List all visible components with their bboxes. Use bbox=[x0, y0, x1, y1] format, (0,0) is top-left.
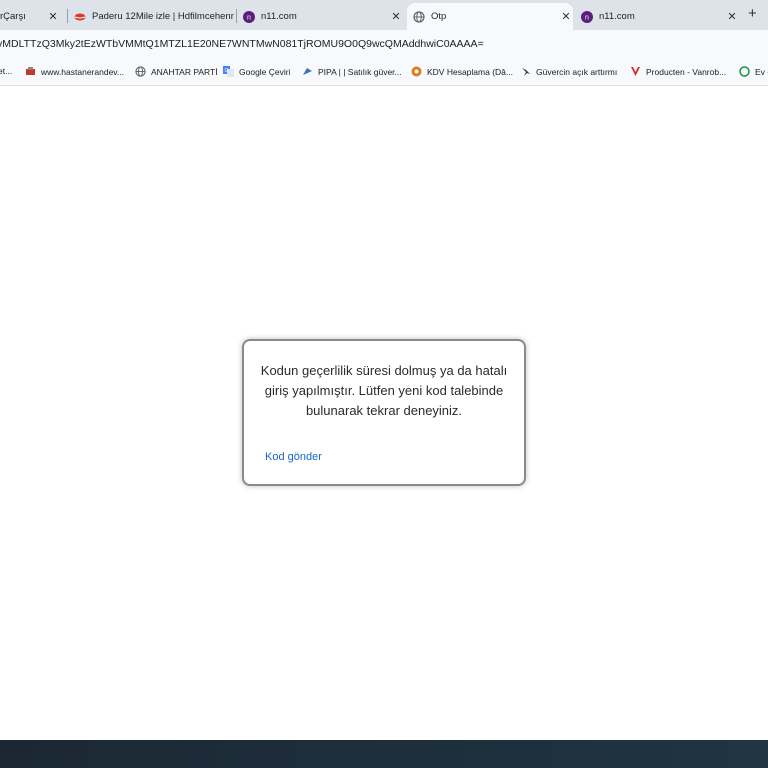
bookmark-item[interactable]: et... bbox=[0, 66, 12, 76]
tab-title: n11.com bbox=[599, 11, 635, 22]
n11-icon: n bbox=[581, 10, 593, 23]
address-bar[interactable]: vMDLTTzQ3Mky2tEzWTbVMMtQ1MTZL1E20NE7WNTM… bbox=[0, 30, 768, 59]
v-icon bbox=[631, 67, 640, 76]
close-icon[interactable]: ✕ bbox=[559, 10, 573, 23]
bookmark-label: Google Çeviri bbox=[239, 66, 291, 77]
new-tab-button[interactable]: + bbox=[748, 5, 757, 22]
globe-icon bbox=[135, 66, 146, 77]
close-icon[interactable]: ✕ bbox=[389, 10, 403, 23]
tab-title: Paderu 12Mile izle | Hdfilmcehennemi bbox=[92, 11, 234, 22]
bookmark-item[interactable]: PIPA | | Satılık güver... bbox=[302, 66, 402, 77]
bookmark-item[interactable]: KDV Hesaplama (Dâ... bbox=[411, 66, 513, 77]
tab-strip: rÇarşı ✕ Paderu 12Mile izle | Hdfilmcehe… bbox=[0, 0, 768, 30]
tab-carsi[interactable]: rÇarşı ✕ bbox=[0, 3, 60, 30]
bookmark-item[interactable]: Güvercin açık arttırmı bbox=[520, 66, 617, 77]
bookmark-item[interactable]: Ev - bbox=[739, 66, 768, 77]
bookmark-label: Producten - Vanrob... bbox=[646, 66, 727, 77]
svg-text:n: n bbox=[247, 14, 251, 21]
kdv-icon bbox=[411, 66, 422, 77]
tab-title: n11.com bbox=[261, 11, 297, 22]
svg-text:G: G bbox=[225, 68, 229, 74]
home-icon bbox=[739, 66, 750, 77]
bookmark-label: www.hastanerandev... bbox=[41, 66, 124, 77]
bookmark-label: Güvercin açık arttırmı bbox=[536, 66, 618, 77]
bookmark-label: Ev - bbox=[755, 66, 768, 77]
otp-expired-dialog: Kodun geçerlilik süresi dolmuş ya da hat… bbox=[242, 339, 526, 486]
tab-otp[interactable]: Otp ✕ bbox=[407, 3, 573, 30]
bookmark-label: KDV Hesaplama (Dâ... bbox=[427, 66, 513, 77]
dialog-message: Kodun geçerlilik süresi dolmuş ya da hat… bbox=[260, 363, 508, 418]
pigeon-icon bbox=[522, 68, 530, 76]
bookmark-label: ANAHTAR PARTİ bbox=[151, 66, 218, 77]
tab-title: Otp bbox=[431, 11, 447, 22]
lips-icon bbox=[74, 13, 86, 20]
tab-separator bbox=[67, 9, 68, 23]
pipa-icon bbox=[303, 68, 312, 75]
url-text[interactable]: vMDLTTzQ3Mky2tEzWTbVMMtQ1MTZL1E20NE7WNTM… bbox=[0, 38, 484, 50]
bookmark-item[interactable]: Producten - Vanrob... bbox=[630, 66, 726, 77]
n11-icon: n bbox=[243, 10, 255, 23]
bookmark-label: PIPA | | Satılık güver... bbox=[318, 66, 402, 77]
hospital-icon bbox=[26, 67, 35, 75]
taskbar bbox=[0, 740, 768, 768]
translate-icon: G bbox=[223, 66, 234, 77]
resend-code-link[interactable]: Kod gönder bbox=[265, 451, 322, 463]
bookmark-label: et... bbox=[0, 66, 13, 76]
tab-n11[interactable]: n n11.com ✕ bbox=[243, 3, 403, 30]
tab-paderu[interactable]: Paderu 12Mile izle | Hdfilmcehennemi bbox=[74, 3, 234, 30]
bookmark-item[interactable]: G Google Çeviri bbox=[223, 66, 291, 77]
bookmarks-bar: et... www.hastanerandev... ANAHTAR PARTİ… bbox=[0, 59, 768, 86]
bookmark-item[interactable]: www.hastanerandev... bbox=[25, 66, 124, 77]
tab-n11-2[interactable]: n n11.com ✕ bbox=[581, 3, 739, 30]
svg-text:n: n bbox=[585, 14, 589, 21]
close-icon[interactable]: ✕ bbox=[725, 10, 739, 23]
globe-icon bbox=[413, 10, 425, 23]
tab-title: rÇarşı bbox=[0, 11, 26, 22]
bookmark-item[interactable]: ANAHTAR PARTİ bbox=[135, 66, 218, 77]
close-icon[interactable]: ✕ bbox=[46, 10, 60, 23]
tab-separator bbox=[236, 9, 237, 23]
